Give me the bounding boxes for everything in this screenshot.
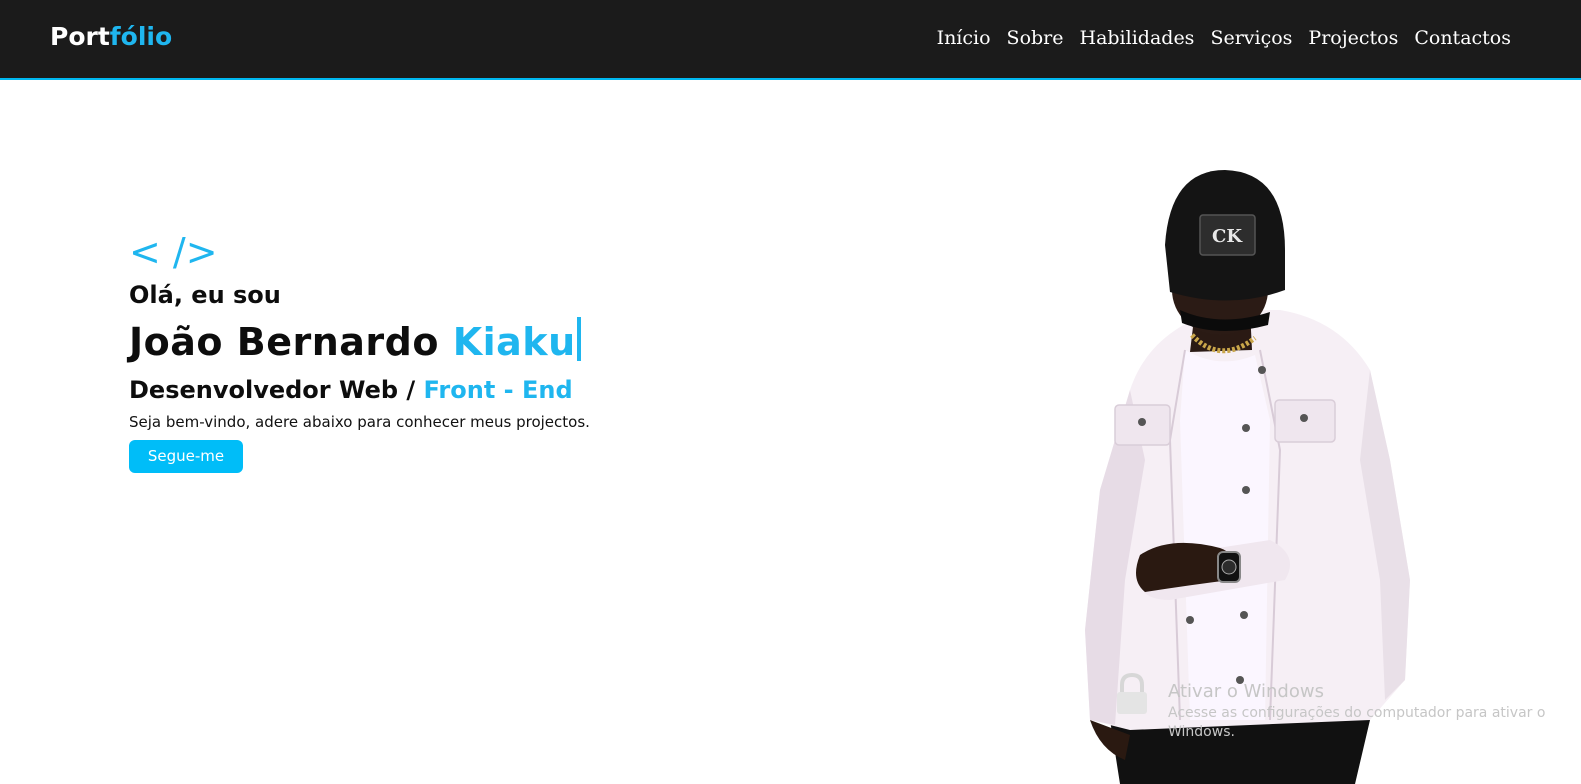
hero-section: < /> Olá, eu sou João Bernardo Kiaku Des… bbox=[129, 228, 590, 473]
photo-tshirt bbox=[1180, 350, 1270, 720]
greeting-text: Olá, eu sou bbox=[129, 281, 281, 309]
photo-cap-logo: CK bbox=[1212, 226, 1243, 247]
watermark-title: Ativar o Windows bbox=[1168, 681, 1324, 702]
role-main: Desenvolvedor Web / bbox=[129, 376, 424, 404]
nav-link-inicio[interactable]: Início bbox=[937, 27, 991, 49]
typing-cursor bbox=[576, 317, 581, 361]
nav-link-projectos[interactable]: Projectos bbox=[1308, 27, 1398, 49]
nav-menu: Início Sobre Habilidades Serviços Projec… bbox=[937, 27, 1511, 49]
lock-icon bbox=[1117, 672, 1147, 714]
nav-link-sobre[interactable]: Sobre bbox=[1007, 27, 1064, 49]
code-tag-icon: < /> bbox=[129, 230, 218, 274]
name-typed: Kiaku bbox=[452, 320, 576, 364]
role-accent: Front - End bbox=[423, 376, 573, 404]
welcome-text: Seja bem-vindo, adere abaixo para conhec… bbox=[129, 413, 590, 431]
follow-button[interactable]: Segue-me bbox=[129, 440, 243, 473]
nav-link-habilidades[interactable]: Habilidades bbox=[1080, 27, 1195, 49]
navbar: Portfólio Início Sobre Habilidades Servi… bbox=[0, 0, 1581, 80]
nav-link-contactos[interactable]: Contactos bbox=[1414, 27, 1511, 49]
hero-name: João Bernardo Kiaku bbox=[129, 312, 590, 372]
logo-part-primary: Port bbox=[50, 22, 110, 51]
logo[interactable]: Portfólio bbox=[50, 22, 172, 51]
logo-part-accent: fólio bbox=[109, 22, 173, 51]
windows-activation-watermark: Ativar o Windows Acesse as configurações… bbox=[1168, 680, 1548, 742]
watermark-subtitle: Acesse as configurações do computador pa… bbox=[1168, 705, 1546, 740]
nav-link-servicos[interactable]: Serviços bbox=[1210, 27, 1292, 49]
name-static: João Bernardo bbox=[129, 320, 453, 364]
role-title: Desenvolvedor Web / Front - End bbox=[129, 372, 590, 408]
